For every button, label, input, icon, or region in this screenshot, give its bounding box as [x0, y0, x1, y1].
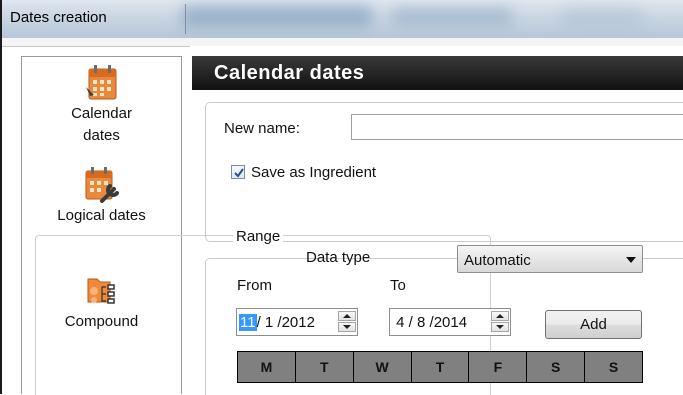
window-title: Dates creation [10, 9, 107, 26]
sidebar-item-label: Logical dates [57, 207, 146, 224]
to-date-spinner[interactable] [491, 311, 509, 333]
weekday-wednesday: W [354, 352, 412, 382]
to-date-picker[interactable]: 4 / 8 /2014 [389, 308, 511, 336]
data-type-dropdown[interactable]: Automatic [457, 245, 643, 273]
sidebar-item-label: Calendar [71, 105, 132, 122]
from-label: From [237, 277, 272, 294]
data-type-value: Automatic [464, 252, 531, 269]
weekday-saturday: S [527, 352, 586, 382]
sidebar-item-logical-dates[interactable]: Logical dates [22, 165, 181, 227]
spin-down-icon[interactable] [491, 322, 509, 332]
spin-up-icon[interactable] [491, 311, 509, 321]
calendar-wrench-icon [85, 167, 119, 203]
dates-creation-window: Dates creation Calendar dates Logical da… [0, 0, 683, 395]
checkmark-icon [234, 168, 244, 178]
title-bar: Dates creation [2, 0, 683, 38]
from-date-selected-segment: 11 [239, 314, 257, 331]
spin-down-icon[interactable] [338, 322, 356, 332]
from-date-rest: / 1 /2012 [256, 314, 315, 331]
new-name-input[interactable] [351, 114, 683, 140]
blurred-background [562, 10, 642, 26]
from-date-spinner[interactable] [338, 311, 356, 333]
range-group-label: Range [233, 228, 284, 245]
add-button[interactable]: Add [545, 310, 642, 339]
weekday-sunday: S [608, 359, 619, 375]
to-date-value: 4 / 8 /2014 [392, 314, 468, 331]
save-as-ingredient-checkbox[interactable] [231, 165, 245, 179]
sidebar-item-label: dates [83, 127, 120, 144]
spin-up-icon[interactable] [338, 311, 356, 321]
new-name-label: New name: [224, 120, 300, 137]
calendar-weekday-header: M T W T F S S [237, 351, 643, 383]
weekday-thursday: T [412, 352, 470, 382]
sidebar-item-calendar-dates[interactable]: Calendar dates [22, 63, 181, 147]
from-date-value: 11/ 1 /2012 [239, 314, 315, 331]
section-header: Calendar dates [192, 56, 683, 90]
calendar-icon [85, 65, 116, 100]
title-bar-divider [185, 4, 186, 34]
weekday-friday: F [469, 352, 528, 382]
data-type-label: Data type [306, 249, 371, 266]
save-as-ingredient-label: Save as Ingredient [251, 164, 377, 181]
page-title: Calendar dates [214, 62, 365, 84]
blurred-background [392, 8, 512, 26]
chevron-down-icon [626, 257, 636, 263]
weekday-monday: M [238, 352, 296, 382]
weekday-tuesday: T [296, 352, 354, 382]
to-label: To [390, 277, 406, 294]
from-date-picker[interactable]: 11/ 1 /2012 [236, 308, 358, 336]
blurred-background [182, 6, 372, 28]
